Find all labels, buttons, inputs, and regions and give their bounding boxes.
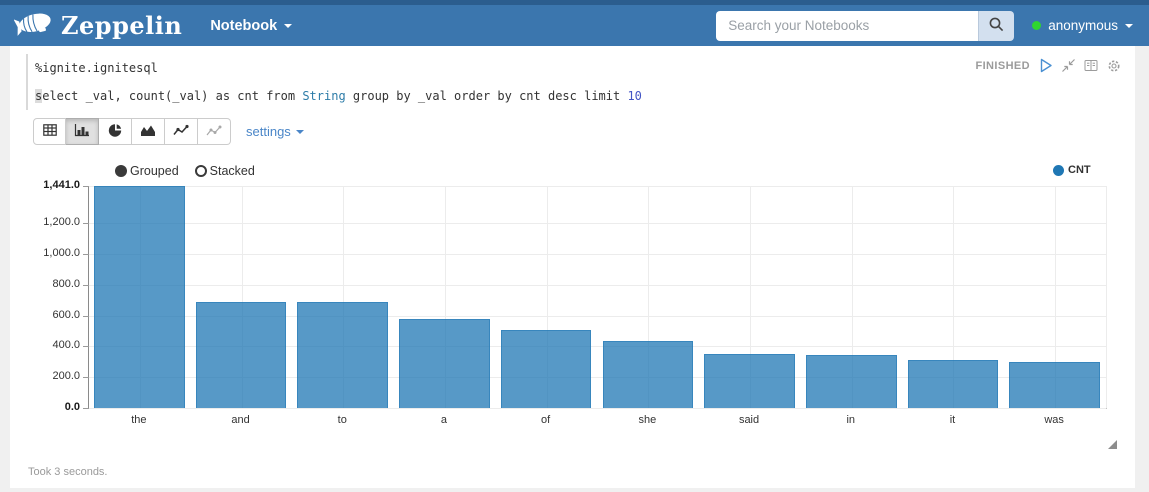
execution-time: Took 3 seconds. bbox=[28, 466, 108, 478]
bar-it[interactable] bbox=[908, 360, 999, 408]
x-tick-label: the bbox=[88, 414, 190, 426]
show-editor-icon[interactable] bbox=[1084, 59, 1098, 72]
line-chart-icon bbox=[173, 124, 189, 140]
x-tick-label: of bbox=[495, 414, 597, 426]
x-tick-label: said bbox=[698, 414, 800, 426]
chevron-down-icon bbox=[284, 24, 292, 28]
area-chart-icon bbox=[140, 124, 156, 140]
y-tick-label: 1,000.0 bbox=[10, 247, 80, 259]
bar-chart-button[interactable] bbox=[66, 118, 99, 145]
zeppelin-blimp-icon bbox=[14, 9, 54, 42]
legend-series-label: CNT bbox=[1068, 164, 1091, 176]
bar-of[interactable] bbox=[501, 330, 592, 408]
bar-she[interactable] bbox=[603, 341, 694, 408]
y-tick-mark bbox=[83, 377, 89, 378]
x-tick-label: a bbox=[393, 414, 495, 426]
table-view-button[interactable] bbox=[33, 118, 66, 145]
visualization-toolbar: settings bbox=[33, 118, 304, 145]
x-tick-label: it bbox=[902, 414, 1004, 426]
notebook-menu-label: Notebook bbox=[210, 18, 277, 34]
search-button[interactable] bbox=[978, 11, 1014, 41]
y-tick-label: 400.0 bbox=[10, 339, 80, 351]
table-icon bbox=[43, 124, 57, 139]
y-tick-label: 0.0 bbox=[10, 401, 80, 413]
chart-legend[interactable]: CNT bbox=[1053, 164, 1091, 176]
settings-label: settings bbox=[246, 124, 291, 139]
run-paragraph-icon[interactable] bbox=[1039, 58, 1053, 73]
x-tick-label: to bbox=[291, 414, 393, 426]
y-tick-mark bbox=[83, 285, 89, 286]
bar-mode-controls: Grouped Stacked bbox=[115, 164, 255, 178]
y-tick-label: 1,200.0 bbox=[10, 216, 80, 228]
top-navbar: Zeppelin Notebook anonymous bbox=[0, 0, 1149, 46]
radio-selected-icon bbox=[115, 165, 127, 177]
y-tick-mark bbox=[83, 316, 89, 317]
pie-chart-icon bbox=[108, 123, 123, 141]
paragraph-controls: FINISHED bbox=[975, 58, 1121, 73]
user-menu[interactable]: anonymous bbox=[1032, 18, 1133, 33]
y-tick-label: 600.0 bbox=[10, 309, 80, 321]
legend-series-dot bbox=[1053, 165, 1064, 176]
chevron-down-icon bbox=[1125, 24, 1133, 28]
stacked-label: Stacked bbox=[210, 164, 255, 178]
y-tick-mark bbox=[83, 346, 89, 347]
bar-a[interactable] bbox=[399, 319, 490, 408]
code-line-sql: select _val, count(_val) as cnt from Str… bbox=[35, 82, 642, 110]
radio-unselected-icon bbox=[195, 165, 207, 177]
area-chart-button[interactable] bbox=[132, 118, 165, 145]
bar-to[interactable] bbox=[297, 302, 388, 408]
y-tick-label: 1,441.0 bbox=[10, 179, 80, 191]
brand-title: Zeppelin bbox=[61, 11, 182, 40]
user-name: anonymous bbox=[1048, 18, 1118, 33]
code-editor[interactable]: %ignite.ignitesqlselect _val, count(_val… bbox=[26, 54, 642, 110]
search-icon bbox=[988, 16, 1005, 36]
grouped-label: Grouped bbox=[130, 164, 179, 178]
y-tick-label: 800.0 bbox=[10, 278, 80, 290]
y-tick-label: 200.0 bbox=[10, 370, 80, 382]
pie-chart-button[interactable] bbox=[99, 118, 132, 145]
x-tick-label: was bbox=[1003, 414, 1105, 426]
y-tick-mark bbox=[83, 254, 89, 255]
line-chart-button[interactable] bbox=[165, 118, 198, 145]
settings-toggle[interactable]: settings bbox=[246, 124, 304, 139]
code-line-interpreter: %ignite.ignitesql bbox=[35, 54, 642, 82]
x-tick-label: and bbox=[190, 414, 292, 426]
gear-icon[interactable] bbox=[1107, 59, 1121, 73]
bar-the[interactable] bbox=[94, 186, 185, 408]
zeppelin-brand[interactable]: Zeppelin bbox=[14, 9, 182, 42]
collapse-icon[interactable] bbox=[1062, 59, 1075, 72]
scatter-chart-icon bbox=[206, 124, 222, 140]
x-tick-label: she bbox=[597, 414, 699, 426]
gridline bbox=[89, 408, 1106, 409]
grouped-radio[interactable]: Grouped bbox=[115, 164, 179, 178]
y-tick-mark bbox=[83, 408, 89, 409]
x-axis-labels: theandtoaofshesaidinitwas bbox=[88, 414, 1105, 430]
connection-status-icon bbox=[1032, 21, 1041, 30]
bar-said[interactable] bbox=[704, 354, 795, 408]
x-tick-label: in bbox=[800, 414, 902, 426]
search-input[interactable] bbox=[716, 11, 978, 41]
y-tick-mark bbox=[83, 223, 89, 224]
status-badge: FINISHED bbox=[975, 60, 1030, 72]
bar-chart-icon bbox=[74, 124, 90, 140]
paragraph-card: %ignite.ignitesqlselect _val, count(_val… bbox=[10, 46, 1135, 488]
plot-area bbox=[88, 186, 1107, 409]
notebook-menu[interactable]: Notebook bbox=[210, 18, 292, 34]
bar-and[interactable] bbox=[196, 302, 287, 408]
bar-was[interactable] bbox=[1009, 362, 1100, 408]
y-tick-mark bbox=[83, 186, 89, 187]
stacked-radio[interactable]: Stacked bbox=[195, 164, 255, 178]
chart-resize-handle[interactable] bbox=[1108, 440, 1117, 449]
scatter-chart-button[interactable] bbox=[198, 118, 231, 145]
chevron-down-icon bbox=[296, 130, 304, 134]
y-axis-labels: 1,441.01,200.01,000.0800.0600.0400.0200.… bbox=[10, 186, 80, 408]
zeppelin-app: Zeppelin Notebook anonymous bbox=[0, 0, 1149, 492]
bar-in[interactable] bbox=[806, 355, 897, 408]
chart-type-group bbox=[33, 118, 231, 145]
notebook-search bbox=[716, 11, 1014, 41]
